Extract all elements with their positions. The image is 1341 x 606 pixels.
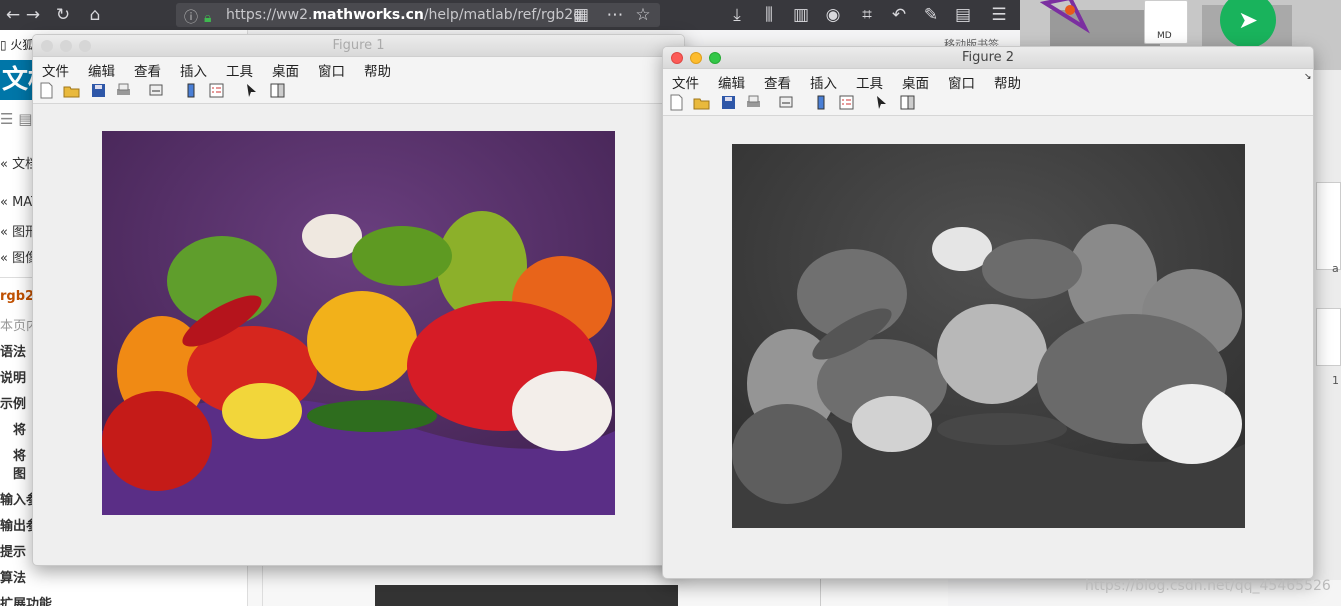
forward-icon[interactable]: → — [22, 4, 44, 26]
library-icon[interactable]: ⫼ — [758, 4, 780, 26]
menu-file[interactable]: 文件 — [672, 72, 699, 92]
menu-window[interactable]: 窗口 — [948, 72, 975, 92]
menu-icon[interactable]: ☰ — [988, 4, 1010, 26]
menu-file[interactable]: 文件 — [42, 60, 69, 80]
watermark: https://blog.csdn.net/qq_45465526 — [1085, 578, 1331, 594]
info-icon[interactable]: ⓘ — [184, 6, 198, 27]
save-icon[interactable] — [90, 82, 107, 99]
browser-toolbar: ← → ↻ ⌂ ⓘ 🔒︎ https://ww2.mathworks.cn/he… — [0, 0, 1020, 51]
dock-arrow-icon[interactable]: ↘ — [1304, 72, 1312, 82]
home-icon[interactable]: ⌂ — [84, 4, 106, 26]
menu-help[interactable]: 帮助 — [364, 60, 391, 80]
figure2-title: Figure 2 — [961, 50, 1015, 65]
menu-window[interactable]: 窗口 — [318, 60, 345, 80]
file-md-label: MD — [1157, 31, 1172, 41]
legend-icon[interactable] — [208, 82, 225, 99]
side-letter-a: a — [1332, 262, 1339, 275]
url-domain: mathworks.cn — [312, 7, 424, 23]
figure1-toolbar — [33, 79, 684, 104]
sidebar-icon[interactable]: ▥ — [790, 4, 812, 26]
sidebar-item[interactable]: 扩展功能 — [0, 593, 52, 606]
undo-icon[interactable]: ↶ — [888, 4, 910, 26]
pointer-icon[interactable] — [873, 94, 890, 111]
figure2-window: Figure 2 文件 编辑 查看 插入 工具 桌面 窗口 帮助 ↘ — [662, 46, 1314, 579]
more-icon[interactable]: ⋯ — [604, 4, 626, 26]
sidebar-subitem[interactable]: 将 — [13, 419, 26, 438]
open-file-icon[interactable] — [63, 82, 80, 99]
sidebar-subitem[interactable]: 图 — [13, 463, 26, 482]
sidebar-item[interactable]: 示例 — [0, 393, 26, 412]
menu-edit[interactable]: 编辑 — [88, 60, 115, 80]
link-icon[interactable] — [778, 94, 795, 111]
colorbar-icon[interactable] — [183, 82, 200, 99]
print-icon[interactable] — [745, 94, 762, 111]
new-figure-icon[interactable] — [668, 94, 685, 111]
save-icon[interactable] — [720, 94, 737, 111]
figure1-title: Figure 1 — [332, 38, 385, 53]
menu-insert[interactable]: 插入 — [810, 72, 837, 92]
menu-help[interactable]: 帮助 — [994, 72, 1021, 92]
file-md-icon[interactable]: MD — [1144, 0, 1188, 44]
app-logo-icon[interactable] — [1039, 0, 1090, 38]
menu-tools[interactable]: 工具 — [856, 72, 883, 92]
property-editor-icon[interactable] — [269, 82, 286, 99]
figure2-toolbar — [663, 91, 1313, 116]
sidebar-item[interactable]: 说明 — [0, 367, 26, 386]
figure1-titlebar[interactable]: Figure 1 — [33, 35, 684, 57]
star-icon[interactable]: ☆ — [632, 4, 654, 26]
back-icon[interactable]: ← — [2, 4, 24, 26]
menu-view[interactable]: 查看 — [764, 72, 791, 92]
menu-desktop[interactable]: 桌面 — [902, 72, 929, 92]
sidebar-subitem[interactable]: 将 — [13, 445, 26, 464]
menu-tools[interactable]: 工具 — [226, 60, 253, 80]
legend-icon[interactable] — [838, 94, 855, 111]
url-rest: /help/matlab/ref/rgb2g — [423, 7, 583, 23]
link-icon[interactable] — [148, 82, 165, 99]
account-icon[interactable]: ◉ — [822, 4, 844, 26]
colorbar-icon[interactable] — [813, 94, 830, 111]
new-figure-icon[interactable] — [38, 82, 55, 99]
qr-icon[interactable]: ▦ — [570, 4, 592, 26]
grayscale-peppers-image — [732, 144, 1245, 528]
menu-insert[interactable]: 插入 — [180, 60, 207, 80]
sidebar-item[interactable]: 提示 — [0, 541, 26, 560]
pointer-icon[interactable] — [243, 82, 260, 99]
color-peppers-image — [102, 131, 615, 515]
figure1-menubar: 文件 编辑 查看 插入 工具 桌面 窗口 帮助 — [33, 57, 684, 80]
reload-icon[interactable]: ↻ — [52, 4, 74, 26]
download-icon[interactable]: ⤓ — [726, 4, 748, 26]
screenshot-icon[interactable]: ⌗ — [856, 4, 878, 26]
menu-view[interactable]: 查看 — [134, 60, 161, 80]
url-prefix: https://ww2. — [226, 7, 313, 23]
sidebar-item[interactable]: 语法 — [0, 341, 26, 360]
sidebar-item[interactable]: 算法 — [0, 567, 26, 586]
menu-desktop[interactable]: 桌面 — [272, 60, 299, 80]
print-icon[interactable] — [115, 82, 132, 99]
open-file-icon[interactable] — [693, 94, 710, 111]
menu-edit[interactable]: 编辑 — [718, 72, 745, 92]
side-letter-1: 1 — [1332, 374, 1339, 387]
reader-icon[interactable]: ▤ — [952, 4, 974, 26]
figure1-window: Figure 1 文件 编辑 查看 插入 工具 桌面 窗口 帮助 — [32, 34, 685, 566]
tab-label[interactable]: ▯ 火狐 — [0, 36, 34, 53]
lock-icon: 🔒︎ — [204, 10, 212, 26]
dark-code-block — [375, 585, 678, 606]
edit-icon[interactable]: ✎ — [920, 4, 942, 26]
figure2-titlebar[interactable]: Figure 2 — [663, 47, 1313, 69]
figure2-menubar: 文件 编辑 查看 插入 工具 桌面 窗口 帮助 ↘ — [663, 69, 1313, 92]
hamburger-icon[interactable]: ☰ ▤ — [0, 110, 32, 128]
property-editor-icon[interactable] — [899, 94, 916, 111]
tab-label-text: 火狐 — [10, 38, 35, 52]
